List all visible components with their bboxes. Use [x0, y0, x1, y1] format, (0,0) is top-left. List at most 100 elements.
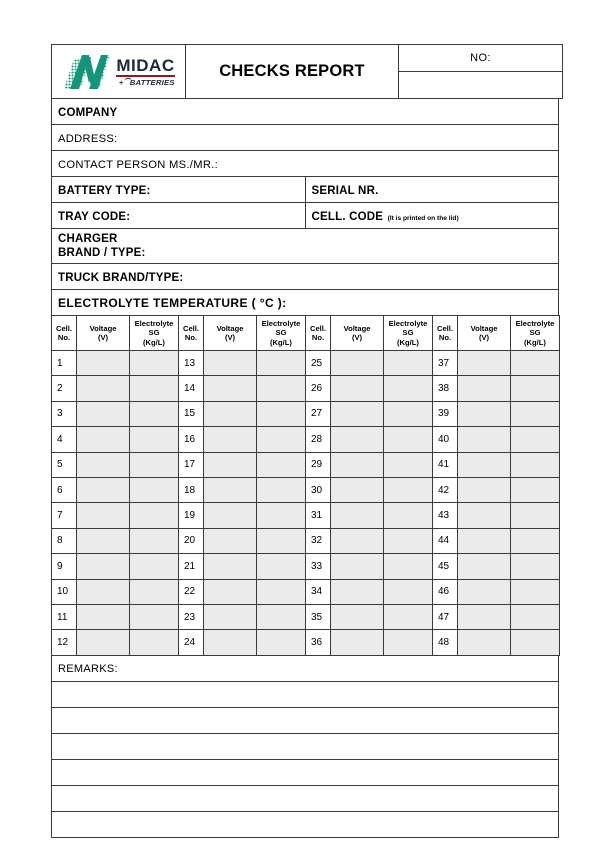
remarks-line[interactable]: [51, 680, 559, 708]
battery-type-field[interactable]: BATTERY TYPE:: [51, 176, 306, 203]
remarks-line[interactable]: [51, 784, 559, 812]
electrolyte-sg-input-cell[interactable]: [129, 629, 179, 656]
electrolyte-sg-input-cell[interactable]: [383, 603, 433, 631]
voltage-input-cell[interactable]: [203, 629, 257, 656]
electrolyte-sg-input-cell[interactable]: [510, 400, 560, 428]
remarks-line[interactable]: [51, 810, 559, 838]
voltage-input-cell[interactable]: [203, 603, 257, 631]
electrolyte-sg-input-cell[interactable]: [256, 349, 306, 377]
charger-brand-type-field[interactable]: CHARGER BRAND / TYPE:: [51, 228, 559, 264]
voltage-input-cell[interactable]: [457, 553, 511, 580]
electrolyte-sg-input-cell[interactable]: [256, 578, 306, 605]
cell-code-field[interactable]: CELL. CODE (It is printed on the lid): [304, 202, 559, 229]
voltage-input-cell[interactable]: [330, 553, 384, 580]
serial-nr-field[interactable]: SERIAL NR.: [304, 176, 559, 203]
electrolyte-sg-input-cell[interactable]: [510, 553, 560, 580]
company-field[interactable]: COMPANY: [51, 98, 559, 125]
electrolyte-sg-input-cell[interactable]: [129, 476, 179, 504]
electrolyte-sg-input-cell[interactable]: [129, 349, 179, 377]
electrolyte-sg-input-cell[interactable]: [510, 629, 560, 656]
voltage-input-cell[interactable]: [330, 502, 384, 529]
electrolyte-sg-input-cell[interactable]: [383, 451, 433, 478]
electrolyte-sg-input-cell[interactable]: [510, 603, 560, 631]
voltage-input-cell[interactable]: [330, 476, 384, 504]
voltage-input-cell[interactable]: [457, 349, 511, 377]
electrolyte-sg-input-cell[interactable]: [129, 553, 179, 580]
voltage-input-cell[interactable]: [76, 476, 130, 504]
voltage-input-cell[interactable]: [203, 349, 257, 377]
voltage-input-cell[interactable]: [457, 451, 511, 478]
voltage-input-cell[interactable]: [457, 476, 511, 504]
report-number-value-cell[interactable]: [398, 71, 563, 99]
remarks-line[interactable]: [51, 732, 559, 760]
voltage-input-cell[interactable]: [203, 476, 257, 504]
voltage-input-cell[interactable]: [76, 553, 130, 580]
voltage-input-cell[interactable]: [330, 603, 384, 631]
voltage-input-cell[interactable]: [76, 502, 130, 529]
electrolyte-sg-input-cell[interactable]: [510, 502, 560, 529]
voltage-input-cell[interactable]: [76, 426, 130, 453]
voltage-input-cell[interactable]: [457, 426, 511, 453]
electrolyte-sg-input-cell[interactable]: [383, 426, 433, 453]
voltage-input-cell[interactable]: [76, 400, 130, 428]
voltage-input-cell[interactable]: [457, 603, 511, 631]
electrolyte-sg-input-cell[interactable]: [256, 400, 306, 428]
address-field[interactable]: ADDRESS:: [51, 124, 559, 151]
remarks-label-cell[interactable]: REMARKS:: [51, 654, 559, 682]
voltage-input-cell[interactable]: [457, 502, 511, 529]
voltage-input-cell[interactable]: [457, 400, 511, 428]
electrolyte-sg-input-cell[interactable]: [510, 375, 560, 402]
remarks-line[interactable]: [51, 758, 559, 786]
electrolyte-sg-input-cell[interactable]: [510, 426, 560, 453]
electrolyte-sg-input-cell[interactable]: [256, 502, 306, 529]
voltage-input-cell[interactable]: [203, 426, 257, 453]
electrolyte-sg-input-cell[interactable]: [510, 578, 560, 605]
electrolyte-sg-input-cell[interactable]: [510, 349, 560, 377]
electrolyte-sg-input-cell[interactable]: [383, 527, 433, 555]
voltage-input-cell[interactable]: [203, 553, 257, 580]
electrolyte-sg-input-cell[interactable]: [129, 451, 179, 478]
voltage-input-cell[interactable]: [330, 451, 384, 478]
electrolyte-sg-input-cell[interactable]: [256, 527, 306, 555]
electrolyte-sg-input-cell[interactable]: [129, 527, 179, 555]
voltage-input-cell[interactable]: [76, 451, 130, 478]
voltage-input-cell[interactable]: [76, 349, 130, 377]
electrolyte-sg-input-cell[interactable]: [383, 400, 433, 428]
electrolyte-sg-input-cell[interactable]: [129, 426, 179, 453]
voltage-input-cell[interactable]: [330, 527, 384, 555]
electrolyte-sg-input-cell[interactable]: [129, 603, 179, 631]
electrolyte-sg-input-cell[interactable]: [383, 375, 433, 402]
electrolyte-sg-input-cell[interactable]: [256, 603, 306, 631]
electrolyte-sg-input-cell[interactable]: [129, 578, 179, 605]
voltage-input-cell[interactable]: [330, 426, 384, 453]
electrolyte-sg-input-cell[interactable]: [383, 349, 433, 377]
tray-code-field[interactable]: TRAY CODE:: [51, 202, 306, 229]
electrolyte-temperature-field[interactable]: ELECTROLYTE TEMPERATURE ( °C ):: [51, 289, 559, 316]
electrolyte-sg-input-cell[interactable]: [256, 451, 306, 478]
electrolyte-sg-input-cell[interactable]: [383, 578, 433, 605]
electrolyte-sg-input-cell[interactable]: [256, 553, 306, 580]
electrolyte-sg-input-cell[interactable]: [510, 451, 560, 478]
voltage-input-cell[interactable]: [76, 603, 130, 631]
voltage-input-cell[interactable]: [76, 578, 130, 605]
voltage-input-cell[interactable]: [457, 578, 511, 605]
electrolyte-sg-input-cell[interactable]: [510, 527, 560, 555]
voltage-input-cell[interactable]: [330, 375, 384, 402]
electrolyte-sg-input-cell[interactable]: [129, 400, 179, 428]
electrolyte-sg-input-cell[interactable]: [383, 476, 433, 504]
voltage-input-cell[interactable]: [203, 578, 257, 605]
voltage-input-cell[interactable]: [76, 629, 130, 656]
electrolyte-sg-input-cell[interactable]: [256, 426, 306, 453]
voltage-input-cell[interactable]: [330, 400, 384, 428]
voltage-input-cell[interactable]: [76, 527, 130, 555]
voltage-input-cell[interactable]: [203, 527, 257, 555]
electrolyte-sg-input-cell[interactable]: [256, 476, 306, 504]
voltage-input-cell[interactable]: [457, 375, 511, 402]
electrolyte-sg-input-cell[interactable]: [383, 553, 433, 580]
electrolyte-sg-input-cell[interactable]: [510, 476, 560, 504]
electrolyte-sg-input-cell[interactable]: [383, 629, 433, 656]
electrolyte-sg-input-cell[interactable]: [256, 375, 306, 402]
truck-brand-type-field[interactable]: TRUCK BRAND/TYPE:: [51, 263, 559, 290]
voltage-input-cell[interactable]: [457, 527, 511, 555]
electrolyte-sg-input-cell[interactable]: [129, 375, 179, 402]
